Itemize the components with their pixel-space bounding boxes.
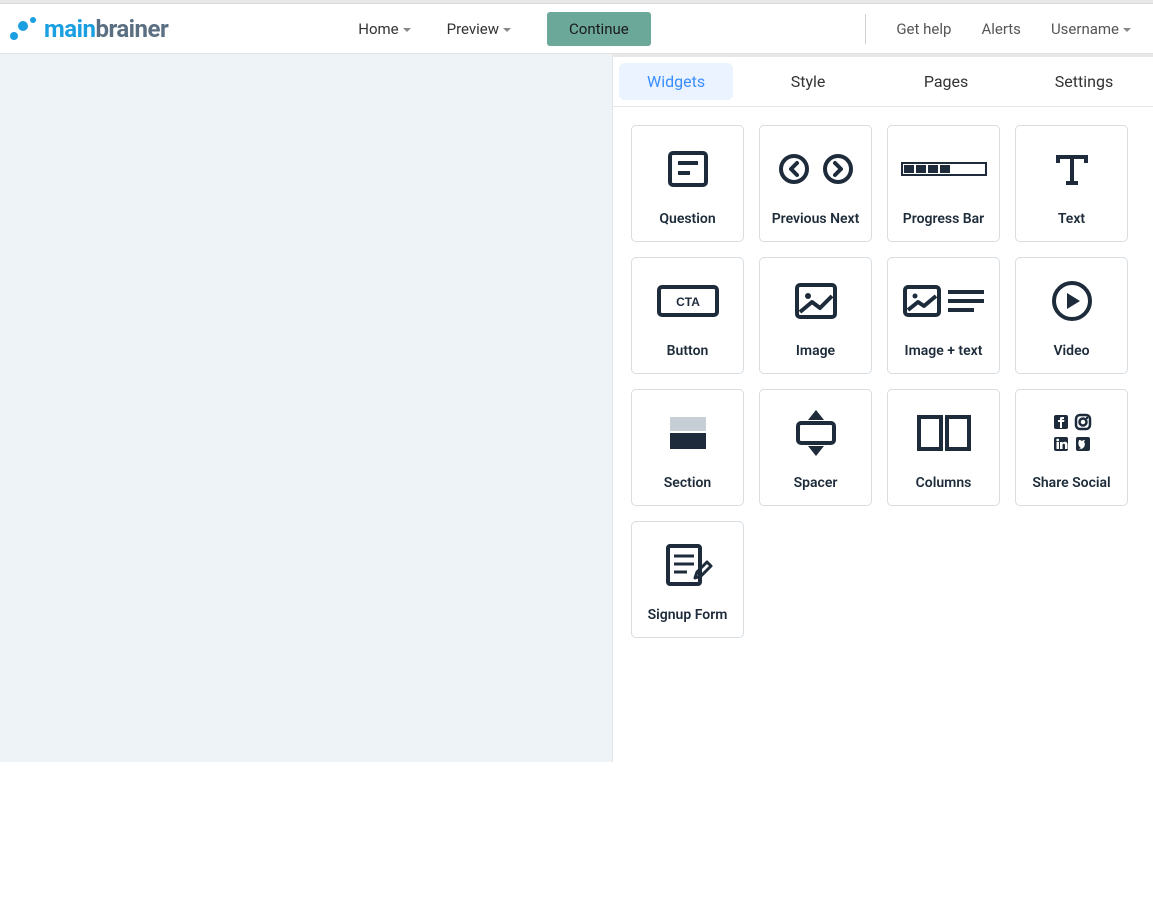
tab-settings[interactable]: Settings (1015, 57, 1153, 106)
caret-down-icon (403, 28, 411, 32)
widget-progress-bar[interactable]: Progress Bar (887, 125, 1000, 242)
caret-down-icon (1123, 28, 1131, 32)
get-help-link[interactable]: Get help (896, 20, 951, 38)
image-icon (760, 258, 871, 343)
button-icon: CTA (632, 258, 743, 343)
widget-label: Previous Next (772, 211, 860, 241)
video-icon (1016, 258, 1127, 343)
widget-video[interactable]: Video (1015, 257, 1128, 374)
widget-label: Signup Form (648, 607, 728, 637)
question-icon (632, 126, 743, 211)
progress-bar-icon (888, 126, 999, 211)
columns-icon (888, 390, 999, 475)
widget-share-social[interactable]: Share Social (1015, 389, 1128, 506)
widget-image[interactable]: Image (759, 257, 872, 374)
caret-down-icon (503, 28, 511, 32)
signup-form-icon (632, 522, 743, 607)
home-menu[interactable]: Home (358, 20, 410, 38)
widget-spacer[interactable]: Spacer (759, 389, 872, 506)
widget-columns[interactable]: Columns (887, 389, 1000, 506)
continue-button[interactable]: Continue (547, 12, 651, 46)
widget-label: Text (1058, 211, 1085, 241)
preview-menu[interactable]: Preview (447, 20, 511, 38)
widget-prev-next[interactable]: Previous Next (759, 125, 872, 242)
widget-button[interactable]: CTA Button (631, 257, 744, 374)
widget-grid: Question Previous Next Progress Bar Text (613, 107, 1153, 656)
text-icon (1016, 126, 1127, 211)
widget-label: Share Social (1032, 475, 1110, 505)
alerts-link[interactable]: Alerts (981, 20, 1021, 38)
logo[interactable]: mainbrainer (8, 15, 168, 43)
logo-dots-icon (10, 16, 40, 42)
tab-pages[interactable]: Pages (877, 57, 1015, 106)
widget-section[interactable]: Section (631, 389, 744, 506)
nav-center: Home Preview Continue (358, 12, 650, 46)
svg-text:CTA: CTA (676, 295, 700, 309)
spacer-icon (760, 390, 871, 475)
canvas-area[interactable] (0, 54, 613, 762)
tab-style[interactable]: Style (739, 57, 877, 106)
widget-label: Section (664, 475, 711, 505)
tab-widgets[interactable]: Widgets (619, 63, 733, 100)
widget-label: Progress Bar (903, 211, 984, 241)
home-label: Home (358, 20, 398, 38)
header: mainbrainer Home Preview Continue Get he… (0, 4, 1153, 54)
widget-question[interactable]: Question (631, 125, 744, 242)
widget-label: Columns (916, 475, 972, 505)
widget-label: Image + text (905, 343, 983, 373)
logo-text: mainbrainer (44, 15, 168, 43)
image-text-icon (888, 258, 999, 343)
divider (865, 14, 866, 44)
widget-label: Spacer (794, 475, 838, 505)
main: Widgets Style Pages Settings Question Pr… (0, 54, 1153, 901)
widget-signup-form[interactable]: Signup Form (631, 521, 744, 638)
widget-label: Button (667, 343, 709, 373)
side-panel: Widgets Style Pages Settings Question Pr… (613, 54, 1153, 901)
preview-label: Preview (447, 20, 499, 38)
widget-text[interactable]: Text (1015, 125, 1128, 242)
username-label: Username (1051, 20, 1119, 38)
username-menu[interactable]: Username (1051, 20, 1131, 38)
widget-label: Question (659, 211, 715, 241)
tabs: Widgets Style Pages Settings (613, 57, 1153, 107)
prev-next-icon (760, 126, 871, 211)
nav-right: Get help Alerts Username (865, 14, 1141, 44)
share-social-icon (1016, 390, 1127, 475)
widget-label: Image (796, 343, 835, 373)
widget-label: Video (1053, 343, 1089, 373)
widget-image-text[interactable]: Image + text (887, 257, 1000, 374)
section-icon (632, 390, 743, 475)
